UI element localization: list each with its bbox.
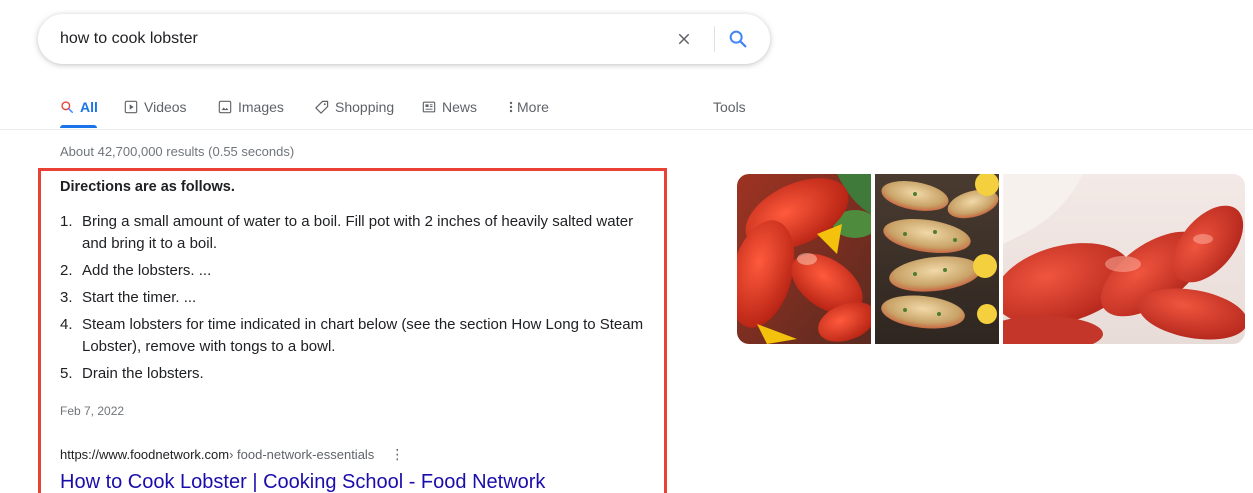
snippet-date: Feb 7, 2022 — [60, 404, 125, 418]
list-item: 1. Bring a small amount of water to a bo… — [60, 211, 650, 255]
list-item: 5. Drain the lobsters. — [60, 363, 650, 385]
tab-label: News — [442, 99, 478, 115]
tag-icon — [314, 100, 329, 115]
clear-search-button[interactable] — [670, 25, 698, 53]
search-bar-divider — [714, 26, 715, 52]
list-item: 2. Add the lobsters. ... — [60, 260, 650, 282]
step-number: 3. — [60, 289, 73, 306]
list-item: 4. Steam lobsters for time indicated in … — [60, 314, 650, 358]
search-icon — [60, 100, 74, 114]
more-vert-icon — [509, 100, 513, 114]
tools-button[interactable]: Tools — [713, 88, 746, 126]
lobster-photo — [875, 174, 999, 344]
lobster-photo — [737, 174, 871, 344]
result-stats: About 42,700,000 results (0.55 seconds) — [60, 144, 295, 159]
tab-all[interactable]: All — [60, 88, 98, 126]
step-text: Drain the lobsters. — [82, 365, 204, 382]
search-icon — [729, 30, 747, 48]
step-text: Steam lobsters for time indicated in cha… — [82, 316, 644, 355]
result-menu-button[interactable]: ⋮ — [390, 446, 404, 463]
tools-label: Tools — [713, 99, 746, 115]
result-url[interactable]: https://www.foodnetwork.com — [60, 447, 229, 462]
news-icon — [422, 100, 436, 114]
image-icon — [218, 100, 232, 114]
search-tabs: All Videos Images Shopping News More Too… — [0, 88, 1253, 130]
search-bar — [38, 14, 770, 64]
tab-videos[interactable]: Videos — [124, 88, 187, 126]
lobster-image-1[interactable] — [737, 174, 871, 344]
snippet-heading: Directions are as follows. — [60, 179, 235, 195]
step-text: Bring a small amount of water to a boil.… — [82, 213, 634, 252]
tab-shopping[interactable]: Shopping — [314, 88, 394, 126]
search-results-page: All Videos Images — [0, 0, 1253, 493]
step-number: 5. — [60, 365, 73, 382]
tab-label: Shopping — [335, 99, 395, 115]
active-tab-indicator — [60, 125, 97, 128]
list-item: 3. Start the timer. ... — [60, 287, 650, 309]
featured-snippet: Directions are as follows. 1. Bring a sm… — [38, 168, 667, 493]
tab-label: All — [80, 99, 98, 115]
result-cite: https://www.foodnetwork.com › food-netwo… — [60, 446, 404, 463]
search-input[interactable] — [60, 14, 640, 64]
tab-news[interactable]: News — [422, 88, 477, 126]
step-text: Start the timer. ... — [82, 289, 197, 306]
snippet-steps-list: 1. Bring a small amount of water to a bo… — [60, 211, 650, 390]
step-number: 2. — [60, 262, 73, 279]
step-text: Add the lobsters. ... — [82, 262, 212, 279]
step-number: 4. — [60, 316, 73, 333]
tab-more[interactable]: More — [509, 88, 549, 126]
tab-label: Images — [238, 99, 284, 115]
result-title-link[interactable]: How to Cook Lobster | Cooking School - F… — [60, 471, 545, 493]
tab-label: Videos — [144, 99, 187, 115]
lobster-photo — [1003, 174, 1245, 344]
tab-images[interactable]: Images — [218, 88, 284, 126]
tab-label: More — [517, 99, 549, 115]
video-icon — [124, 100, 138, 114]
lobster-image-3[interactable] — [1003, 174, 1245, 344]
lobster-image-2[interactable] — [875, 174, 999, 344]
search-button[interactable] — [724, 25, 752, 53]
result-breadcrumb: › food-network-essentials — [229, 447, 375, 462]
close-icon — [678, 33, 690, 45]
step-number: 1. — [60, 213, 73, 230]
